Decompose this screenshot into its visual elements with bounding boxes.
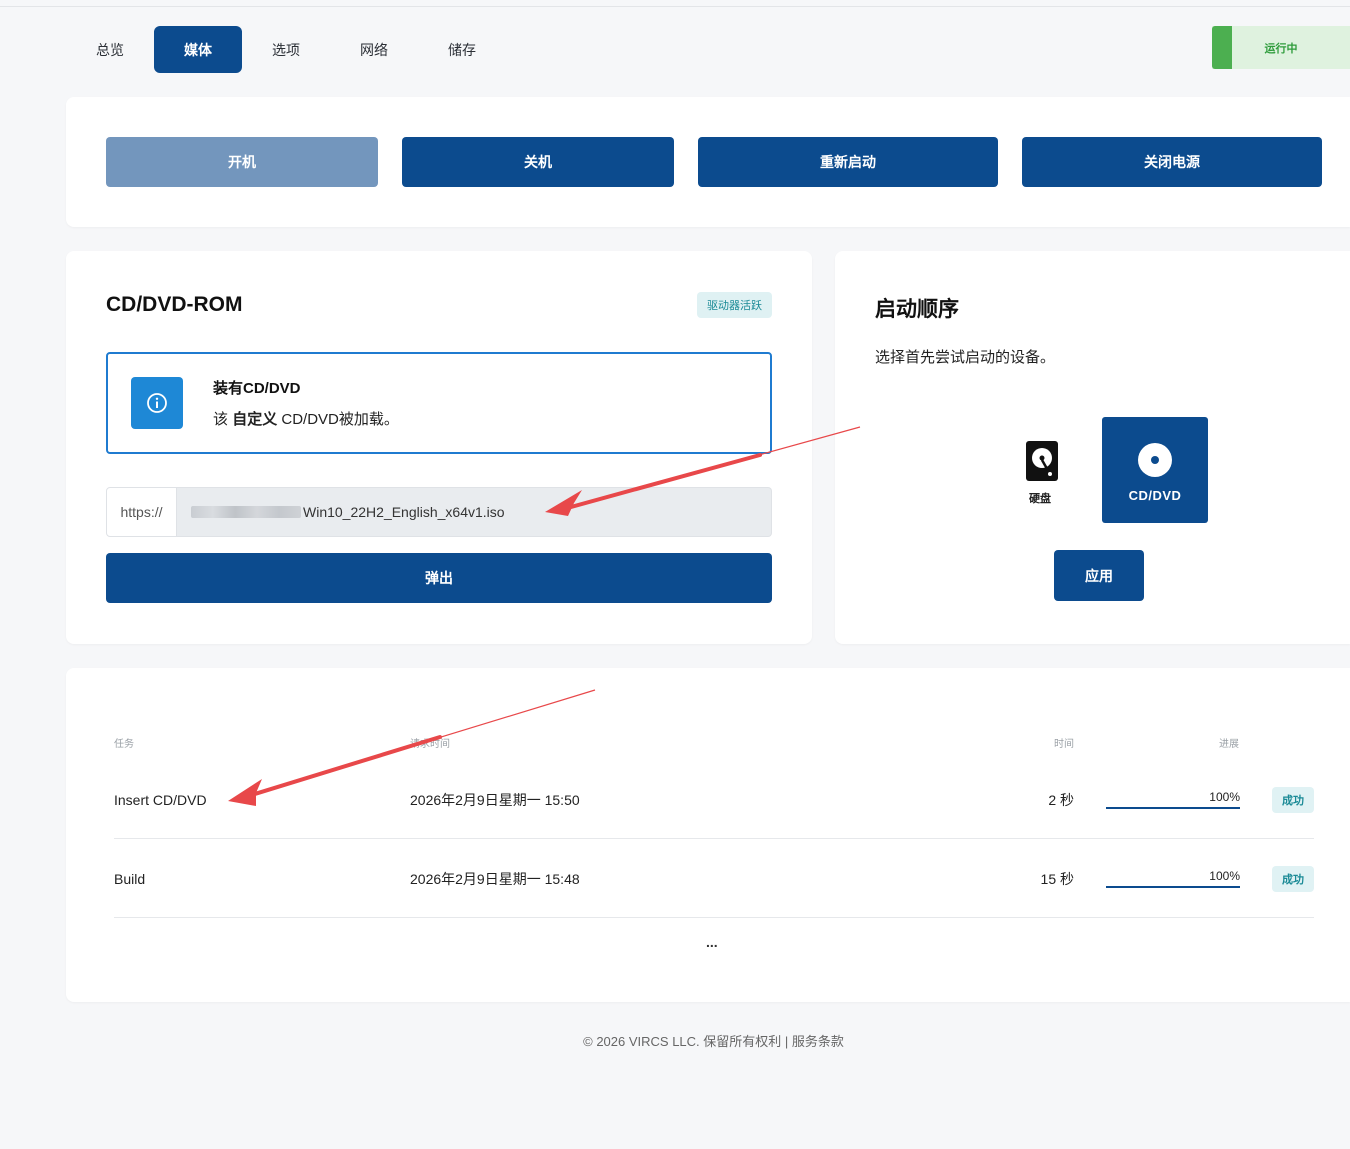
shutdown-button[interactable]: 关机: [402, 137, 674, 187]
iso-url-group: https:// Win10_22H2_English_x64v1.iso: [106, 487, 772, 537]
header-requested: 请求时间: [410, 739, 450, 750]
cdrom-card: CD/DVD-ROM 驱动器活跃 装有CD/DVD 该 自定义 CD/DVD被加…: [66, 251, 812, 644]
table-row: Build 2026年2月9日星期一 15:48 15 秒 100% 成功: [114, 839, 1314, 918]
progress-text: 100%: [1209, 869, 1240, 883]
table-row: Insert CD/DVD 2026年2月9日星期一 15:50 2 秒 100…: [114, 760, 1314, 839]
tab-overview[interactable]: 总览: [66, 26, 154, 73]
boot-option-hdd[interactable]: 硬盘: [1026, 441, 1058, 506]
task-requested: 2026年2月9日星期一 15:48: [410, 870, 580, 887]
top-divider: [0, 6, 1350, 7]
boot-order-description: 选择首先尝试启动的设备。: [875, 349, 1056, 366]
alert-suffix: CD/DVD被加载。: [281, 411, 399, 428]
power-off-button[interactable]: 关闭电源: [1022, 137, 1322, 187]
task-requested: 2026年2月9日星期一 15:50: [410, 791, 580, 808]
progress-fill: [1106, 886, 1240, 888]
footer: © 2026 VIRCS LLC. 保留所有权利 | 服务条款: [583, 1034, 844, 1049]
boot-order-card: 启动顺序 选择首先尝试启动的设备。 硬盘 CD/DVD 应用: [835, 251, 1350, 644]
header-progress: 进展: [1219, 739, 1239, 750]
task-name: Insert CD/DVD: [114, 791, 207, 808]
tab-bar: 总览 媒体 选项 网络 储存: [66, 26, 506, 73]
tab-storage[interactable]: 储存: [418, 26, 506, 73]
tab-media[interactable]: 媒体: [154, 26, 242, 73]
restart-button[interactable]: 重新启动: [698, 137, 998, 187]
boot-option-cddvd[interactable]: CD/DVD: [1102, 417, 1208, 523]
apply-button[interactable]: 应用: [1054, 550, 1144, 601]
tab-network[interactable]: 网络: [330, 26, 418, 73]
task-duration: 15 秒: [1040, 870, 1074, 887]
cdrom-title: CD/DVD-ROM: [106, 293, 243, 316]
iso-url-field[interactable]: Win10_22H2_English_x64v1.iso: [177, 487, 772, 537]
task-duration: 2 秒: [1048, 791, 1074, 808]
start-button[interactable]: 开机: [106, 137, 378, 187]
url-prefix: https://: [106, 487, 177, 537]
iso-url-text: Win10_22H2_English_x64v1.iso: [303, 504, 505, 520]
header-task: 任务: [114, 739, 134, 750]
alert-title: 装有CD/DVD: [213, 380, 301, 397]
load-more[interactable]: ...: [706, 934, 718, 950]
status-badge: 成功: [1272, 787, 1314, 813]
progress-text: 100%: [1209, 790, 1240, 804]
status-label: 运行中: [1264, 42, 1298, 55]
redacted-url-part: [191, 506, 301, 518]
progress-bar: 100%: [1106, 760, 1240, 839]
cd-loaded-alert: 装有CD/DVD 该 自定义 CD/DVD被加载。: [106, 352, 772, 454]
hard-disk-icon: [1026, 441, 1058, 481]
progress-bar: 100%: [1106, 839, 1240, 918]
progress-fill: [1106, 807, 1240, 809]
tab-options[interactable]: 选项: [242, 26, 330, 73]
alert-bold-text: 自定义: [232, 411, 278, 428]
boot-order-title: 启动顺序: [875, 298, 959, 321]
task-name: Build: [114, 870, 146, 887]
power-controls-card: 开机 关机 重新启动 关闭电源: [66, 97, 1350, 227]
alert-description: 该 自定义 CD/DVD被加载。: [213, 408, 399, 429]
alert-prefix: 该: [213, 411, 229, 428]
status-badge: 运行中: [1212, 26, 1350, 69]
hdd-label: 硬盘: [1029, 493, 1051, 505]
disc-icon: [1138, 443, 1172, 477]
cddvd-label: CD/DVD: [1128, 488, 1182, 503]
drive-active-badge: 驱动器活跃: [697, 292, 772, 318]
status-badge: 成功: [1272, 866, 1314, 892]
eject-button[interactable]: 弹出: [106, 553, 772, 603]
task-history-card: 任务 请求时间 时间 进展 Insert CD/DVD 2026年2月9日星期一…: [66, 668, 1350, 1002]
info-icon: [131, 377, 183, 429]
header-time: 时间: [1054, 739, 1074, 750]
